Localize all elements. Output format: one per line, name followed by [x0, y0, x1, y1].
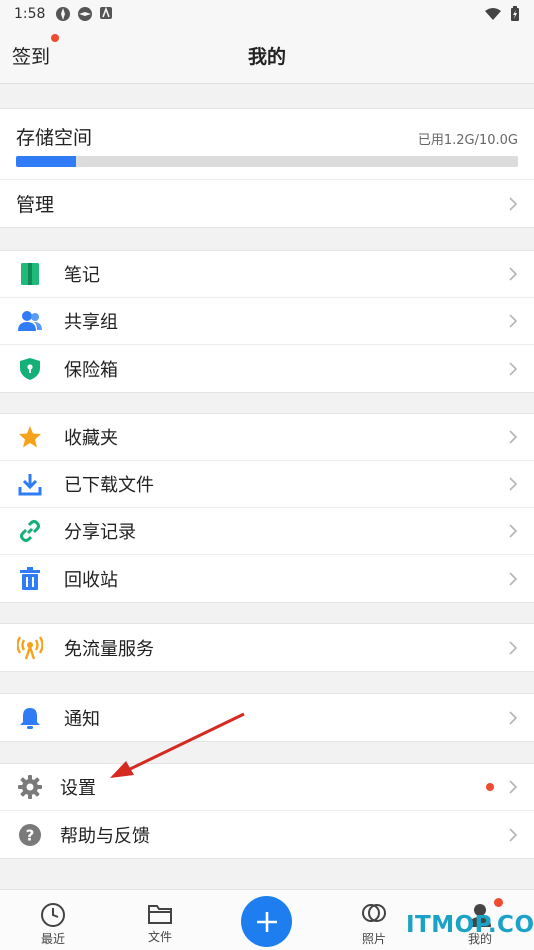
chevron-right-icon — [509, 477, 518, 491]
chevron-right-icon — [509, 524, 518, 538]
manage-label: 管理 — [16, 194, 55, 216]
help-feedback-label: 帮助与反馈 — [60, 825, 150, 847]
notes-row[interactable]: 笔记 — [0, 251, 534, 298]
clock-icon — [41, 903, 65, 927]
vault-label: 保险箱 — [64, 359, 118, 381]
app-notification-icon — [100, 6, 113, 19]
share-history-row[interactable]: 分享记录 — [0, 508, 534, 555]
status-time: 1:58 — [14, 6, 46, 22]
tab-recent[interactable]: 最近 — [13, 890, 93, 950]
trash-icon — [20, 566, 40, 590]
tools-card: 笔记 共享组 保险箱 — [0, 250, 534, 393]
chevron-right-icon — [509, 196, 518, 211]
share-history-label: 分享记录 — [64, 522, 136, 543]
shield-lock-icon — [20, 357, 40, 380]
free-data-label: 免流量服务 — [64, 638, 154, 660]
storage-used-text: 已用1.2G/10.0G — [417, 133, 518, 148]
folder-icon — [148, 905, 172, 924]
help-icon: ? — [19, 823, 41, 846]
storage-card: 存储空间 已用1.2G/10.0G 管理 — [0, 108, 534, 228]
app-header: 签到 我的 — [0, 28, 534, 84]
free-data-row[interactable]: 免流量服务 — [0, 624, 534, 671]
chevron-right-icon — [509, 827, 518, 842]
app-notification-icon — [78, 7, 93, 21]
storage-progress-fill — [16, 156, 77, 167]
notes-label: 笔记 — [64, 265, 100, 286]
settings-badge-dot — [486, 783, 494, 791]
chevron-right-icon — [509, 267, 518, 281]
recycle-bin-row[interactable]: 回收站 — [0, 555, 534, 602]
star-icon — [19, 426, 41, 448]
chevron-right-icon — [509, 710, 518, 725]
plus-icon — [256, 911, 277, 932]
tab-files-label: 文件 — [147, 930, 172, 944]
notifications-row[interactable]: 通知 — [0, 694, 534, 741]
svg-text:?: ? — [26, 826, 35, 844]
recycle-bin-label: 回收站 — [64, 569, 118, 591]
download-icon — [18, 474, 42, 496]
manage-row[interactable]: 管理 — [0, 180, 534, 227]
settings-card: 设置 ? 帮助与反馈 — [0, 763, 534, 859]
app-notification-icon — [56, 7, 71, 21]
photo-icon — [362, 904, 386, 922]
share-group-label: 共享组 — [64, 312, 118, 333]
tab-recent-label: 最近 — [40, 932, 65, 946]
notifications-label: 通知 — [64, 708, 100, 730]
vault-row[interactable]: 保险箱 — [0, 345, 534, 392]
settings-row[interactable]: 设置 — [0, 764, 534, 811]
chevron-right-icon — [509, 314, 518, 328]
signin-badge-dot — [51, 34, 59, 42]
notification-card: 通知 — [0, 693, 534, 742]
files-card: 收藏夹 已下载文件 分享记录 回收站 — [0, 413, 534, 603]
watermark-text: ITMOP.COM — [406, 912, 534, 938]
antenna-icon — [17, 635, 43, 659]
notification-icons — [55, 6, 113, 22]
downloads-label: 已下载文件 — [64, 475, 154, 496]
service-card: 免流量服务 — [0, 623, 534, 672]
storage-summary[interactable]: 存储空间 已用1.2G/10.0G — [0, 109, 534, 180]
page-title: 我的 — [247, 46, 286, 68]
settings-label: 设置 — [60, 778, 96, 799]
notebook-icon — [21, 263, 39, 285]
storage-progress-bar — [16, 156, 518, 167]
link-icon — [20, 520, 40, 542]
chevron-right-icon — [509, 430, 518, 444]
help-feedback-row[interactable]: ? 帮助与反馈 — [0, 811, 534, 858]
chevron-right-icon — [509, 780, 518, 794]
chevron-right-icon — [509, 571, 518, 586]
favorites-row[interactable]: 收藏夹 — [0, 414, 534, 461]
status-bar: 1:58 — [0, 0, 534, 28]
bell-icon — [20, 707, 40, 729]
tab-photos[interactable]: 照片 — [334, 890, 414, 950]
chevron-right-icon — [509, 640, 518, 655]
wifi-icon — [485, 8, 501, 20]
me-badge-dot — [494, 898, 503, 907]
gear-icon — [18, 775, 42, 799]
users-icon — [18, 311, 42, 331]
add-button[interactable] — [241, 896, 292, 947]
chevron-right-icon — [509, 361, 518, 376]
share-group-row[interactable]: 共享组 — [0, 298, 534, 345]
tab-files[interactable]: 文件 — [120, 890, 200, 950]
downloads-row[interactable]: 已下载文件 — [0, 461, 534, 508]
tab-photos-label: 照片 — [361, 932, 386, 946]
battery-icon — [511, 6, 519, 21]
favorites-label: 收藏夹 — [64, 428, 118, 449]
